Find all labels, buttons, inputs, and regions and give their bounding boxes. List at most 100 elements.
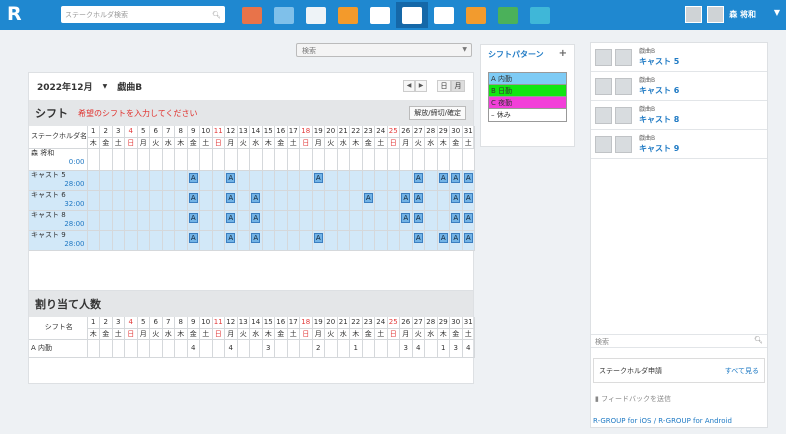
shift-badge-a[interactable]: A (363, 192, 373, 203)
shift-cell[interactable] (162, 170, 175, 191)
shift-cell[interactable]: A (462, 170, 475, 191)
shift-cell[interactable] (87, 170, 100, 191)
shift-cell[interactable] (137, 190, 150, 211)
shift-cell[interactable] (324, 148, 338, 171)
people-app-button[interactable] (460, 2, 492, 28)
shift-cell[interactable] (299, 148, 313, 171)
shift-badge-a[interactable]: A (226, 192, 236, 203)
sidebar-search-input[interactable]: 検索 🔍︎ (591, 334, 767, 348)
shift-cell[interactable] (424, 170, 438, 191)
notification-icon[interactable] (685, 6, 703, 23)
shift-cell[interactable] (174, 230, 188, 251)
shift-cell[interactable] (287, 148, 300, 171)
shift-cell[interactable]: A (437, 170, 450, 191)
shift-cell[interactable]: A (462, 190, 475, 211)
clock-app-button[interactable] (364, 2, 396, 28)
shift-cell[interactable] (212, 210, 225, 231)
add-pattern-button[interactable]: + (559, 49, 567, 60)
shift-cell[interactable] (424, 148, 438, 171)
shift-cell[interactable] (162, 190, 175, 211)
shift-pattern-item[interactable]: A 内勤 (489, 73, 566, 85)
shift-cell[interactable] (274, 230, 288, 251)
shift-cell[interactable] (374, 190, 388, 211)
shift-cell[interactable] (362, 170, 375, 191)
shift-cell[interactable] (299, 190, 313, 211)
shift-cell[interactable] (349, 170, 363, 191)
shift-pattern-item[interactable]: C 夜勤 (489, 97, 566, 109)
shift-cell[interactable]: A (224, 210, 238, 231)
shift-cell[interactable] (374, 230, 388, 251)
shift-cell[interactable] (174, 148, 188, 171)
shift-cell[interactable] (212, 148, 225, 171)
shift-cell[interactable] (87, 210, 100, 231)
shift-cell[interactable] (124, 190, 138, 211)
shift-badge-a[interactable]: A (226, 232, 236, 243)
shift-cell[interactable] (99, 230, 113, 251)
shift-cell[interactable] (387, 170, 400, 191)
shift-cell[interactable]: A (224, 170, 238, 191)
shift-badge-a[interactable]: A (438, 172, 448, 183)
sidebar-cast-name[interactable]: キャスト 5 (639, 57, 679, 67)
see-all-link[interactable]: すべて見る (725, 366, 759, 376)
sidebar-cast-name[interactable]: キャスト 6 (639, 86, 679, 96)
shift-badge-a[interactable]: A (251, 212, 261, 223)
shift-cell[interactable] (112, 148, 125, 171)
user-menu[interactable]: 森 将和 (685, 6, 756, 23)
shift-cell[interactable] (262, 170, 275, 191)
shift-cell[interactable] (149, 148, 163, 171)
shift-cell[interactable] (324, 210, 338, 231)
shift-cell[interactable] (174, 190, 188, 211)
shift-cell[interactable] (262, 210, 275, 231)
shift-badge-a[interactable]: A (188, 232, 198, 243)
shift-badge-a[interactable]: A (413, 172, 423, 183)
shift-cell[interactable] (87, 230, 100, 251)
shift-cell[interactable] (362, 230, 375, 251)
shift-cell[interactable] (99, 210, 113, 231)
stakeholder-search-input[interactable]: ステークホルダ検索 🔍︎ (61, 6, 225, 23)
shift-cell[interactable] (162, 230, 175, 251)
shift-badge-a[interactable]: A (438, 232, 448, 243)
shift-badge-a[interactable]: A (313, 172, 323, 183)
shift-badge-a[interactable]: A (313, 232, 323, 243)
shift-cell[interactable] (112, 190, 125, 211)
shift-cell[interactable] (262, 230, 275, 251)
shift-cell[interactable] (199, 210, 213, 231)
shift-cell[interactable] (424, 210, 438, 231)
sidebar-cast-item[interactable]: 戯曲B キャスト 9 (591, 130, 767, 159)
shift-cell[interactable]: A (312, 230, 325, 251)
mail-app-button[interactable] (300, 2, 332, 28)
shift-cell[interactable] (112, 210, 125, 231)
shift-cell[interactable] (99, 170, 113, 191)
shift-cell[interactable] (312, 190, 325, 211)
shift-cell[interactable]: A (412, 190, 425, 211)
shift-cell[interactable] (274, 210, 288, 231)
shift-cell[interactable] (137, 170, 150, 191)
shift-cell[interactable] (174, 170, 188, 191)
shift-cell[interactable] (249, 148, 263, 171)
shift-cell[interactable] (237, 190, 250, 211)
shift-cell[interactable] (137, 148, 150, 171)
shift-cell[interactable]: A (449, 230, 463, 251)
shift-badge-a[interactable]: A (401, 212, 411, 223)
shift-badge-a[interactable]: A (451, 172, 461, 183)
next-month-button[interactable]: ▶ (415, 80, 427, 92)
shift-badge-a[interactable]: A (413, 212, 423, 223)
shift-badge-a[interactable]: A (251, 232, 261, 243)
shift-cell[interactable] (137, 210, 150, 231)
sidebar-cast-name[interactable]: キャスト 9 (639, 144, 679, 154)
shift-badge-a[interactable]: A (188, 172, 198, 183)
shift-cell[interactable] (362, 148, 375, 171)
shift-cell[interactable] (287, 210, 300, 231)
shift-cell[interactable] (212, 230, 225, 251)
shift-cell[interactable] (287, 170, 300, 191)
shift-cell[interactable] (187, 148, 200, 171)
sidebar-cast-item[interactable]: 戯曲B キャスト 8 (591, 101, 767, 130)
shift-cell[interactable]: A (412, 230, 425, 251)
shift-cell[interactable] (162, 148, 175, 171)
shift-cell[interactable] (312, 210, 325, 231)
shift-cell[interactable] (124, 230, 138, 251)
shift-badge-a[interactable]: A (188, 192, 198, 203)
shift-cell[interactable] (162, 210, 175, 231)
shift-cell[interactable] (299, 210, 313, 231)
shift-badge-a[interactable]: A (413, 192, 423, 203)
